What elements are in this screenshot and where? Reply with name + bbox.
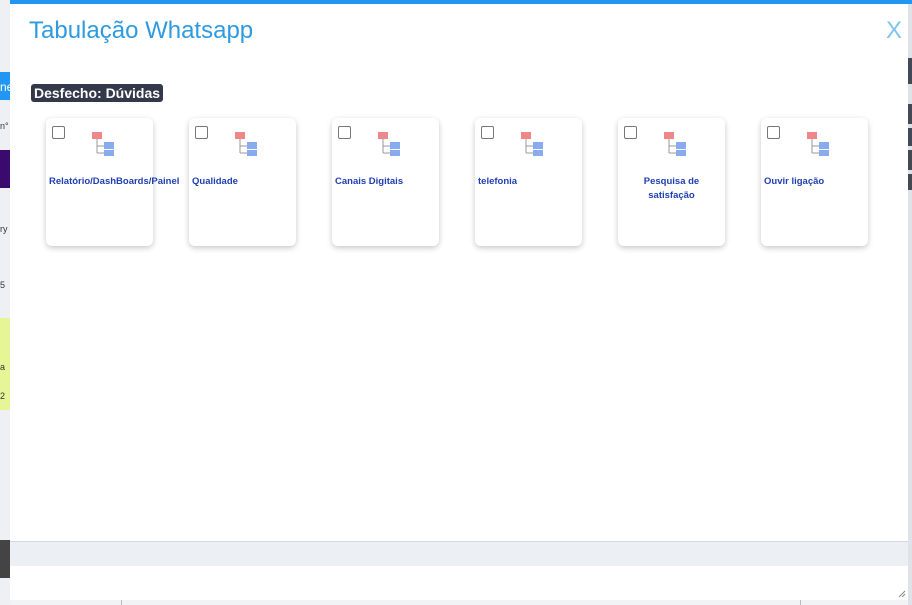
background-fragment: ry bbox=[0, 224, 8, 234]
option-card-pesquisa-satisfacao[interactable]: Pesquisa de satisfação bbox=[618, 118, 725, 246]
close-button[interactable]: X bbox=[886, 17, 902, 45]
modal-footer bbox=[10, 541, 908, 566]
outcome-label: Desfecho: Dúvidas bbox=[31, 84, 164, 102]
hierarchy-tree-icon bbox=[521, 132, 543, 156]
tabulation-modal: Tabulação Whatsapp X Desfecho: Dúvidas R… bbox=[10, 4, 908, 600]
hierarchy-tree-icon bbox=[92, 132, 114, 156]
background-fragment: 2 bbox=[0, 391, 6, 401]
background-right-block bbox=[908, 128, 912, 146]
modal-title: Tabulação Whatsapp bbox=[29, 17, 254, 44]
background-right-block bbox=[908, 174, 912, 190]
background-right-block bbox=[908, 150, 912, 170]
option-checkbox[interactable] bbox=[767, 126, 780, 139]
option-checkbox[interactable] bbox=[338, 126, 351, 139]
background-purple-block bbox=[0, 150, 10, 188]
background-divider bbox=[121, 600, 122, 605]
hierarchy-tree-icon bbox=[807, 132, 829, 156]
resize-grip-icon[interactable] bbox=[898, 590, 906, 598]
option-checkbox[interactable] bbox=[52, 126, 65, 139]
option-card-telefonia[interactable]: telefonia bbox=[475, 118, 582, 246]
option-label: Relatório/DashBoards/Painel bbox=[49, 176, 180, 187]
option-card-qualidade[interactable]: Qualidade bbox=[189, 118, 296, 246]
background-fragment: a bbox=[0, 362, 6, 372]
option-card-relatorio[interactable]: Relatório/DashBoards/Painel bbox=[46, 118, 180, 246]
option-label: telefonia bbox=[478, 176, 518, 187]
option-checkbox[interactable] bbox=[481, 126, 494, 139]
notes-textarea[interactable] bbox=[10, 566, 908, 600]
hierarchy-tree-icon bbox=[378, 132, 400, 156]
background-blue-tab: ne bbox=[0, 72, 13, 100]
option-label: Ouvir ligação bbox=[764, 176, 825, 187]
background-right-block bbox=[908, 104, 912, 124]
option-label: Canais Digitais bbox=[335, 176, 404, 187]
background-right-block bbox=[908, 58, 912, 84]
option-checkbox[interactable] bbox=[624, 126, 637, 139]
background-fragment: 5 bbox=[0, 280, 6, 290]
option-label: Pesquisa de satisfação bbox=[643, 176, 700, 201]
hierarchy-tree-icon bbox=[235, 132, 257, 156]
background-bottom-strip bbox=[10, 600, 908, 605]
option-card-ouvir-ligacao[interactable]: Ouvir ligação bbox=[761, 118, 868, 246]
background-dark-block bbox=[0, 540, 10, 578]
option-checkbox[interactable] bbox=[195, 126, 208, 139]
hierarchy-tree-icon bbox=[664, 132, 686, 156]
background-fragment: n° bbox=[0, 121, 9, 131]
option-label: Qualidade bbox=[192, 176, 238, 187]
background-divider bbox=[800, 600, 801, 605]
option-card-canais-digitais[interactable]: Canais Digitais bbox=[332, 118, 439, 246]
